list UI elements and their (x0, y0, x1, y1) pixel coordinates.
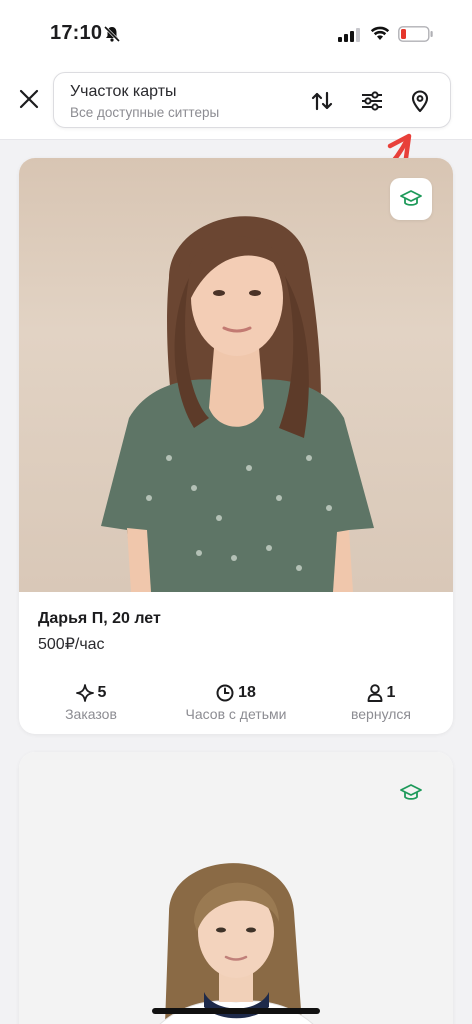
stat-orders-value: 5 (97, 684, 107, 701)
graduation-cap-icon (400, 784, 422, 800)
sitter-portrait-image (101, 216, 374, 592)
stat-hours-label: Часов с детьми (185, 706, 287, 722)
filter-button[interactable] (358, 87, 386, 115)
stat-hours-value: 18 (238, 684, 256, 701)
search-title: Участок карты (70, 83, 177, 100)
sitter-photo (19, 752, 453, 1024)
filter-icon (362, 91, 382, 111)
verified-badge[interactable] (390, 178, 432, 220)
sparkle-icon (75, 684, 94, 702)
stat-orders: 5 Заказов (19, 682, 163, 722)
person-icon (367, 684, 382, 702)
close-button[interactable] (14, 84, 44, 114)
cellular-signal-icon (338, 28, 360, 42)
sitter-portrait-image (159, 863, 314, 1024)
clock-icon (216, 684, 234, 702)
stat-hours: 18 Часов с детьми (164, 682, 308, 722)
sort-button[interactable] (308, 87, 336, 115)
sitter-rate: 500₽/час (38, 636, 105, 653)
map-pin-icon (411, 90, 429, 113)
sort-icon (311, 91, 333, 111)
sitter-card[interactable] (19, 752, 453, 1024)
bell-off-icon (103, 25, 121, 43)
sitter-stats: 5 Заказов 18 Часов с детьми 1 вернулся (19, 682, 453, 726)
home-indicator[interactable] (152, 1008, 320, 1014)
stat-orders-label: Заказов (65, 706, 117, 722)
status-time: 17:10 (50, 22, 103, 44)
stat-returned-label: вернулся (350, 706, 412, 722)
verified-badge[interactable] (390, 772, 432, 814)
stat-returned-value: 1 (386, 684, 396, 701)
close-icon (19, 89, 39, 109)
stat-returned: 1 вернулся (309, 682, 453, 722)
sitter-photo (19, 158, 453, 592)
battery-icon (398, 26, 433, 42)
graduation-cap-icon (400, 190, 422, 206)
map-pin-button[interactable] (406, 87, 434, 115)
search-subtitle: Все доступные ситтеры (70, 105, 220, 120)
sitter-card[interactable]: Дарья П, 20 лет 500₽/час 5 Заказов 18 Ча… (19, 158, 453, 734)
sitter-name: Дарья П, 20 лет (38, 610, 161, 627)
status-bar: 17:10 (0, 0, 472, 64)
map-area-search-box[interactable]: Участок карты Все доступные ситтеры (53, 72, 451, 128)
wifi-icon (370, 26, 390, 40)
